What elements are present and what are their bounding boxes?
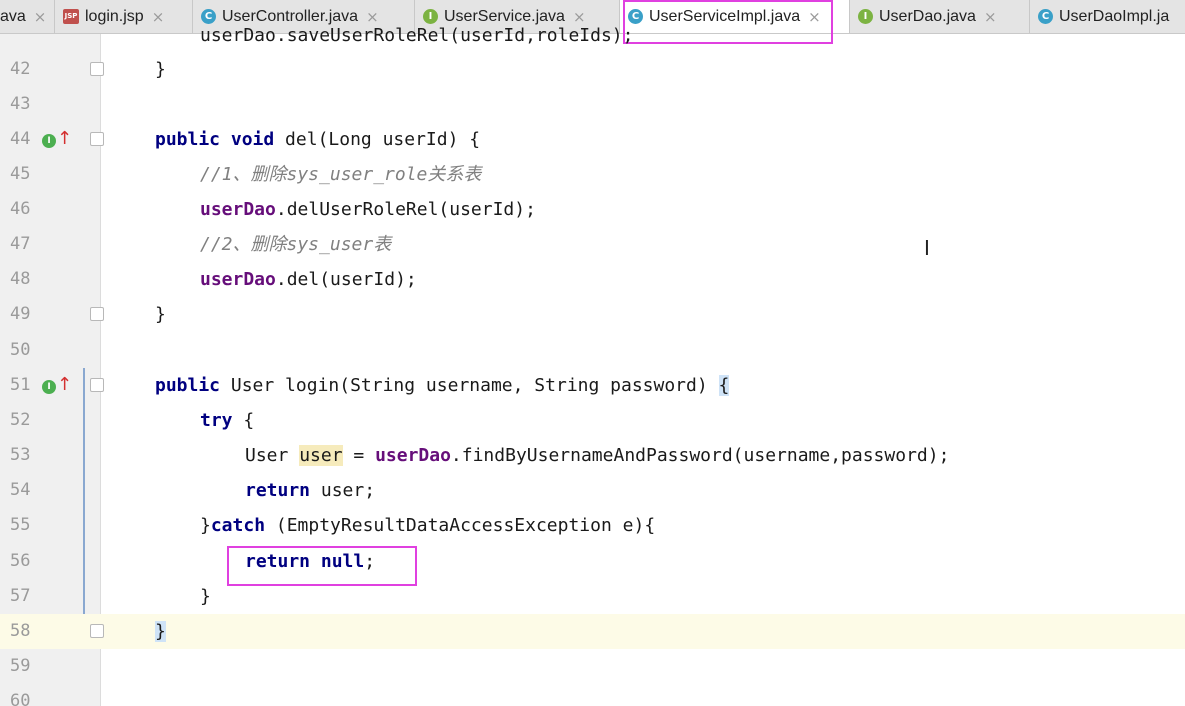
line-number: 60 (10, 691, 31, 706)
implements-method-icon[interactable]: I ↑ (42, 374, 72, 397)
code-line: 51 I ↑ public User login(String username,… (0, 368, 1185, 403)
code-line: 49 } (0, 297, 1185, 332)
code-line: 45 //1、删除sys_user_role关系表 (0, 157, 1185, 192)
code-text: } (155, 304, 166, 325)
fold-marker-icon[interactable] (90, 307, 104, 321)
code-text: userDao.saveUserRoleRel(userId,roleIds); (200, 25, 634, 46)
line-number: 51 (10, 375, 31, 395)
current-code-line: 58 } (0, 614, 1185, 649)
code-text: return user; (245, 480, 376, 501)
line-number: 53 (10, 445, 31, 465)
line-number: 48 (10, 269, 31, 289)
line-number: 47 (10, 234, 31, 254)
code-text: try { (200, 410, 255, 431)
code-line: 43 (0, 87, 1185, 122)
line-number: 59 (10, 656, 31, 676)
line-number: 58 (10, 621, 31, 641)
code-comment: //1、删除sys_user_role关系表 (200, 164, 482, 185)
code-text: } (155, 621, 166, 642)
code-text: userDao.delUserRoleRel(userId); (200, 199, 536, 220)
code-text: public void del(Long userId) { (155, 129, 481, 150)
code-line: 53 User user = userDao.findByUsernameAnd… (0, 438, 1185, 473)
line-number: 57 (10, 586, 31, 606)
line-number: 52 (10, 410, 31, 430)
code-line: 50 (0, 333, 1185, 368)
code-line: 48 userDao.del(userId); (0, 262, 1185, 297)
code-line: 57 } (0, 579, 1185, 614)
code-text: return null; (245, 551, 376, 572)
line-number: 45 (10, 164, 31, 184)
code-line: 52 try { (0, 403, 1185, 438)
code-text: userDao.del(userId); (200, 269, 417, 290)
code-text: } (155, 59, 166, 80)
text-cursor-icon: I (924, 236, 930, 260)
code-line: 44 I ↑ public void del(Long userId) { (0, 122, 1185, 157)
code-text: } (200, 586, 211, 607)
code-comment: //2、删除sys_user表 (200, 234, 392, 255)
implements-method-icon[interactable]: I ↑ (42, 128, 72, 151)
line-number: 55 (10, 515, 31, 535)
code-line: 46 userDao.delUserRoleRel(userId); (0, 192, 1185, 227)
line-number: 49 (10, 304, 31, 324)
code-line: 47 //2、删除sys_user表 (0, 227, 1185, 262)
fold-marker-icon[interactable] (90, 132, 104, 146)
code-line: userDao.saveUserRoleRel(userId,roleIds); (0, 18, 1185, 53)
line-number: 44 (10, 129, 31, 149)
fold-marker-icon[interactable] (90, 378, 104, 392)
line-number: 43 (10, 94, 31, 114)
code-line: 55 }catch (EmptyResultDataAccessExceptio… (0, 508, 1185, 543)
code-text: User user = userDao.findByUsernameAndPas… (245, 445, 950, 466)
code-line: 56 return null; (0, 544, 1185, 579)
line-number: 50 (10, 340, 31, 360)
line-number: 46 (10, 199, 31, 219)
code-line: 54 return user; (0, 473, 1185, 508)
line-number: 54 (10, 480, 31, 500)
fold-marker-icon[interactable] (90, 62, 104, 76)
code-text: }catch (EmptyResultDataAccessException e… (200, 515, 656, 536)
fold-marker-icon[interactable] (90, 624, 104, 638)
code-line: 59 (0, 649, 1185, 684)
code-text: public User login(String username, Strin… (155, 375, 730, 396)
line-number: 42 (10, 59, 31, 79)
code-line: 60 (0, 684, 1185, 706)
line-number: 56 (10, 551, 31, 571)
code-line: 42 } (0, 52, 1185, 87)
